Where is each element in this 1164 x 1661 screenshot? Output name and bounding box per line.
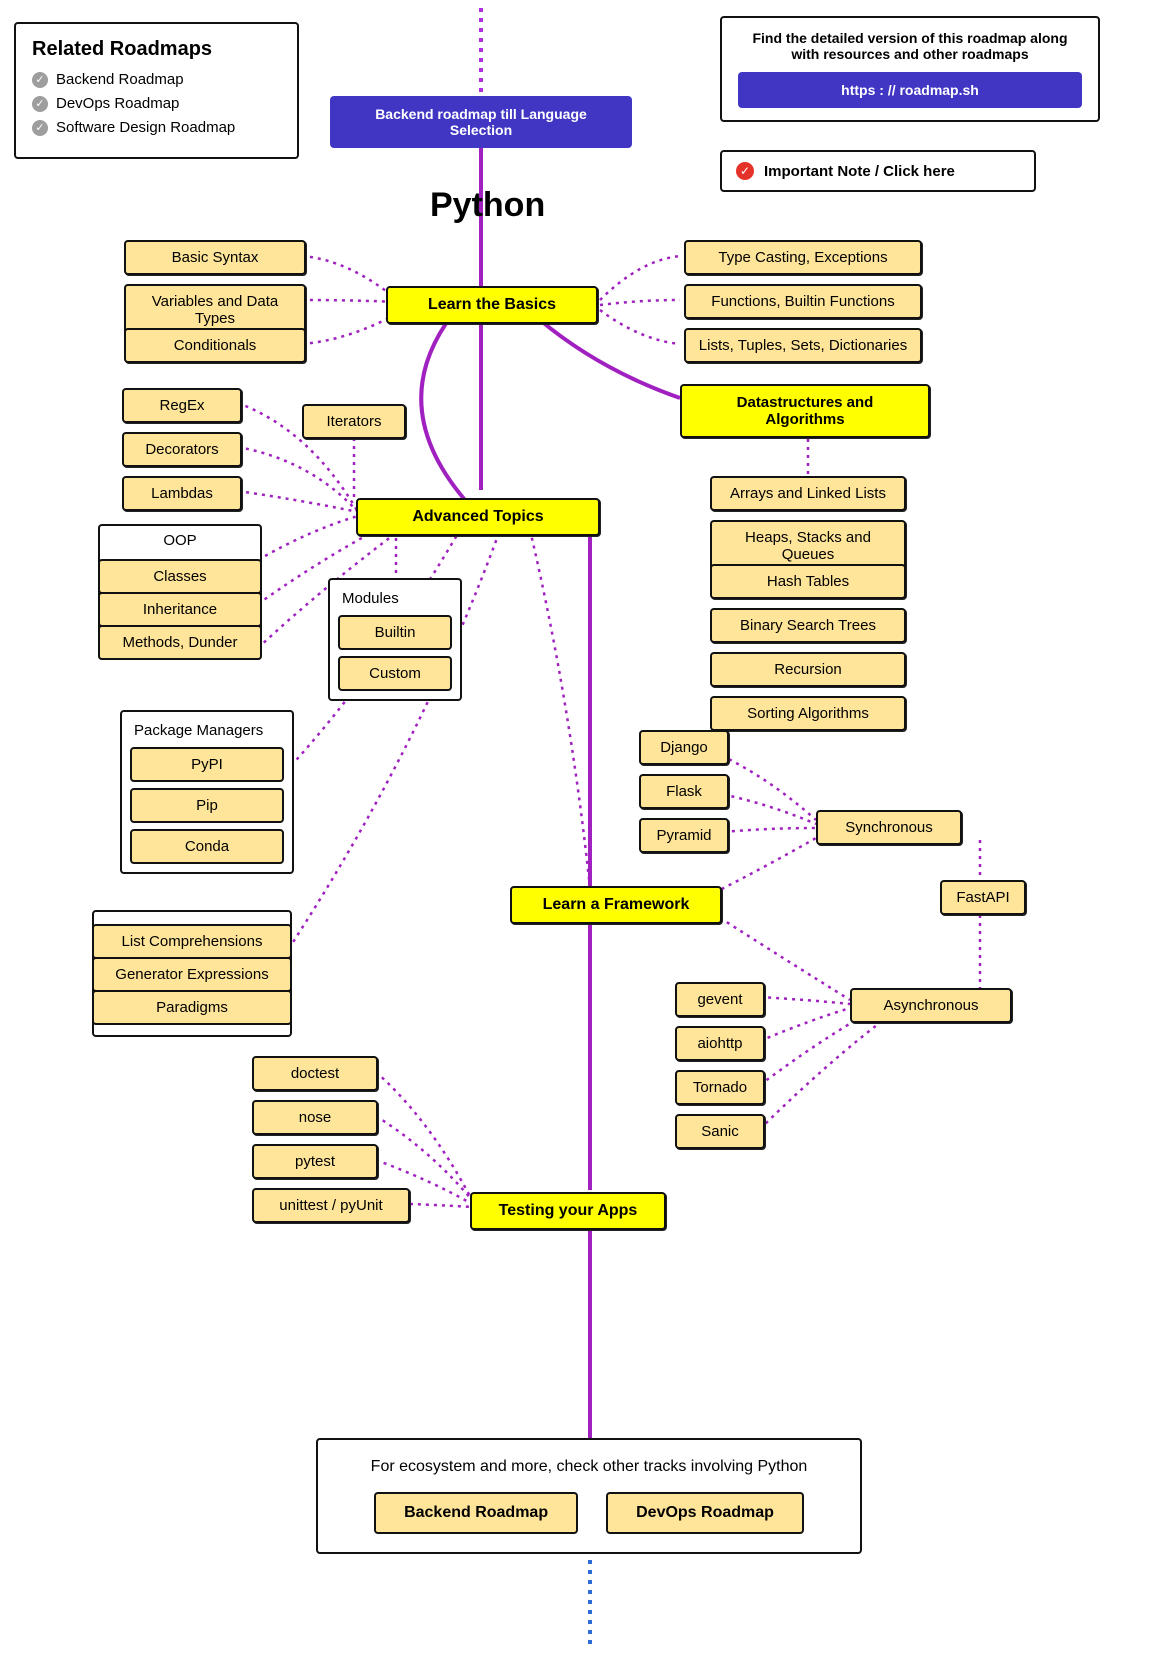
- node-conditionals[interactable]: Conditionals: [124, 328, 306, 363]
- node-aiohttp[interactable]: aiohttp: [675, 1026, 765, 1061]
- check-icon: ✓: [32, 120, 48, 136]
- node-advanced[interactable]: Advanced Topics: [356, 498, 600, 536]
- ecosystem-panel: For ecosystem and more, check other trac…: [316, 1438, 862, 1554]
- group-oop: OOP Classes Inheritance Methods, Dunder: [98, 524, 262, 660]
- node-learn-basics[interactable]: Learn the Basics: [386, 286, 598, 324]
- node-framework[interactable]: Learn a Framework: [510, 886, 722, 924]
- node-fastapi[interactable]: FastAPI: [940, 880, 1026, 915]
- node-paradigms[interactable]: Paradigms: [92, 990, 292, 1025]
- node-arrays[interactable]: Arrays and Linked Lists: [710, 476, 906, 511]
- node-pytest[interactable]: pytest: [252, 1144, 378, 1179]
- node-listcomp[interactable]: List Comprehensions: [92, 924, 292, 959]
- node-hash[interactable]: Hash Tables: [710, 564, 906, 599]
- group-oop-label: OOP: [100, 526, 260, 559]
- node-sanic[interactable]: Sanic: [675, 1114, 765, 1149]
- node-doctest[interactable]: doctest: [252, 1056, 378, 1091]
- node-typecasting[interactable]: Type Casting, Exceptions: [684, 240, 922, 275]
- node-django[interactable]: Django: [639, 730, 729, 765]
- banner-text: Find the detailed version of this roadma…: [738, 30, 1082, 62]
- important-note-label: Important Note / Click here: [764, 163, 955, 180]
- node-basic-syntax[interactable]: Basic Syntax: [124, 240, 306, 275]
- node-regex[interactable]: RegEx: [122, 388, 242, 423]
- node-custom[interactable]: Custom: [338, 656, 452, 691]
- group-pkg-label: Package Managers: [130, 720, 284, 747]
- related-heading: Related Roadmaps: [32, 38, 281, 61]
- related-item-label: Backend Roadmap: [56, 71, 184, 88]
- related-item-backend[interactable]: ✓ Backend Roadmap: [32, 71, 281, 88]
- group-pkg: Package Managers PyPI Pip Conda: [120, 710, 294, 874]
- node-classes[interactable]: Classes: [98, 559, 262, 594]
- node-conda[interactable]: Conda: [130, 829, 284, 864]
- related-roadmaps-panel: Related Roadmaps ✓ Backend Roadmap ✓ Dev…: [14, 22, 299, 159]
- node-decorators[interactable]: Decorators: [122, 432, 242, 467]
- node-functions[interactable]: Functions, Builtin Functions: [684, 284, 922, 319]
- node-recursion[interactable]: Recursion: [710, 652, 906, 687]
- btn-devops-roadmap[interactable]: DevOps Roadmap: [606, 1492, 804, 1534]
- related-item-devops[interactable]: ✓ DevOps Roadmap: [32, 95, 281, 112]
- related-item-label: DevOps Roadmap: [56, 95, 179, 112]
- node-async[interactable]: Asynchronous: [850, 988, 1012, 1023]
- node-bst[interactable]: Binary Search Trees: [710, 608, 906, 643]
- node-sync[interactable]: Synchronous: [816, 810, 962, 845]
- ecosystem-text: For ecosystem and more, check other trac…: [338, 1458, 840, 1476]
- node-flask[interactable]: Flask: [639, 774, 729, 809]
- related-item-label: Software Design Roadmap: [56, 119, 235, 136]
- group-modules-label: Modules: [338, 588, 452, 615]
- detail-banner: Find the detailed version of this roadma…: [720, 16, 1100, 122]
- node-genexpr[interactable]: Generator Expressions: [92, 957, 292, 992]
- node-iterators[interactable]: Iterators: [302, 404, 406, 439]
- node-methods[interactable]: Methods, Dunder: [98, 625, 262, 660]
- btn-backend-roadmap[interactable]: Backend Roadmap: [374, 1492, 578, 1534]
- check-icon: ✓: [32, 96, 48, 112]
- group-extra: List Comprehensions Generator Expression…: [92, 910, 292, 1037]
- node-tornado[interactable]: Tornado: [675, 1070, 765, 1105]
- alert-icon: ✓: [736, 162, 754, 180]
- node-gevent[interactable]: gevent: [675, 982, 765, 1017]
- node-testing[interactable]: Testing your Apps: [470, 1192, 666, 1230]
- node-pip[interactable]: Pip: [130, 788, 284, 823]
- check-icon: ✓: [32, 72, 48, 88]
- node-lists[interactable]: Lists, Tuples, Sets, Dictionaries: [684, 328, 922, 363]
- node-pyramid[interactable]: Pyramid: [639, 818, 729, 853]
- backend-roadmap-link[interactable]: Backend roadmap till Language Selection: [330, 96, 632, 148]
- page-title: Python: [430, 186, 545, 225]
- node-lambdas[interactable]: Lambdas: [122, 476, 242, 511]
- node-sorting[interactable]: Sorting Algorithms: [710, 696, 906, 731]
- node-nose[interactable]: nose: [252, 1100, 378, 1135]
- node-unittest[interactable]: unittest / pyUnit: [252, 1188, 410, 1223]
- node-pypi[interactable]: PyPI: [130, 747, 284, 782]
- roadmap-sh-link[interactable]: https : // roadmap.sh: [738, 72, 1082, 108]
- related-item-software-design[interactable]: ✓ Software Design Roadmap: [32, 119, 281, 136]
- important-note[interactable]: ✓ Important Note / Click here: [720, 150, 1036, 192]
- node-builtin[interactable]: Builtin: [338, 615, 452, 650]
- node-ds-algorithms[interactable]: Datastructures and Algorithms: [680, 384, 930, 438]
- node-inheritance[interactable]: Inheritance: [98, 592, 262, 627]
- group-modules: Modules Builtin Custom: [328, 578, 462, 701]
